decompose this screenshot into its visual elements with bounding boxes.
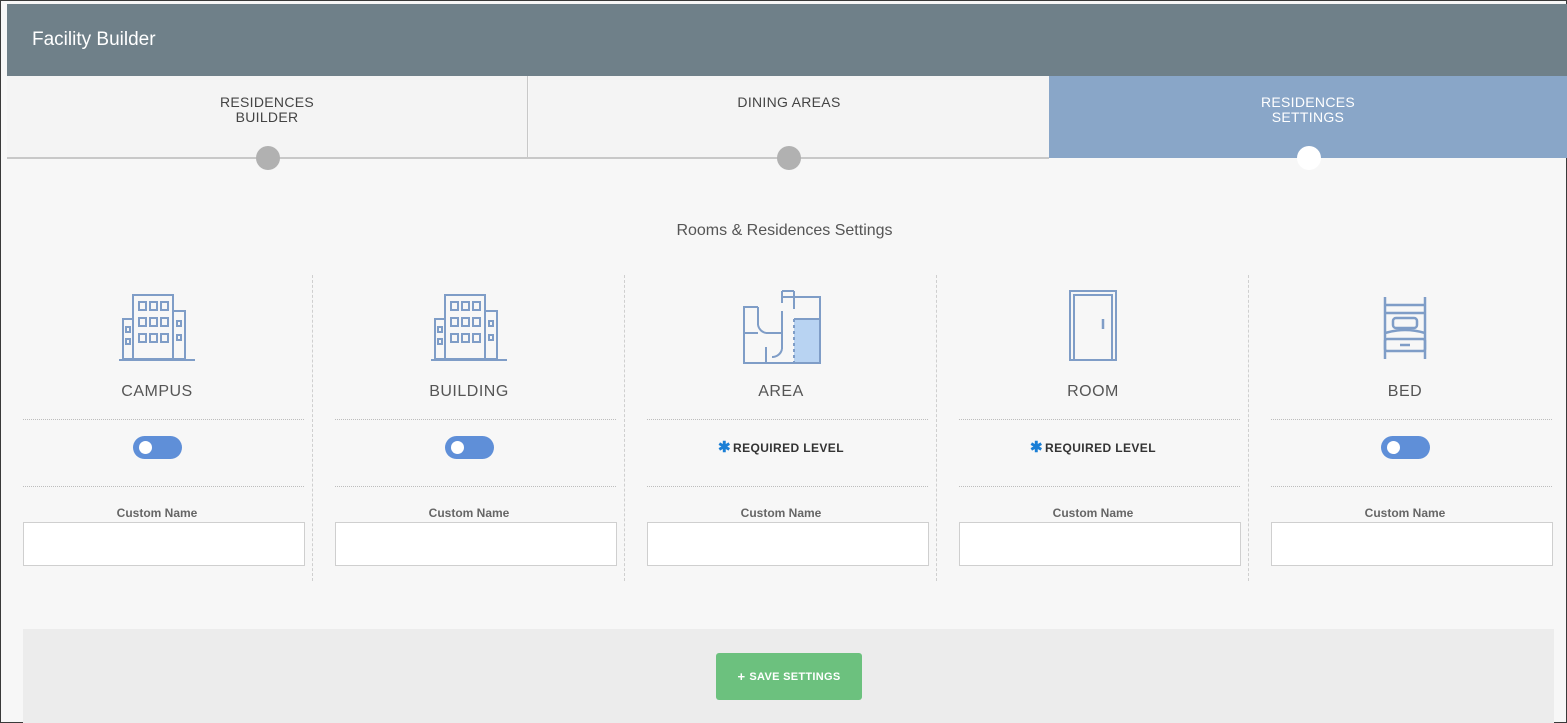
tab-label: DINING AREAS [737,94,841,110]
custom-name-input[interactable] [335,522,617,566]
floor-plan-icon [625,289,937,365]
level-name: CAMPUS [121,383,193,400]
enable-toggle[interactable] [445,436,494,459]
divider [23,419,304,420]
level-building: BUILDING Custom Name [313,275,625,581]
level-name: ROOM [1067,383,1119,400]
custom-name-input[interactable] [23,522,305,566]
door-icon [937,289,1249,365]
enable-toggle[interactable] [1381,436,1430,459]
level-bed: BED Custom Name [1249,275,1561,581]
step-dot-residences-builder[interactable] [256,146,280,170]
toggle-knob [1387,441,1400,454]
app-title: Facility Builder [32,29,156,50]
plus-icon: + [737,669,746,684]
building-icon [1,289,313,365]
level-campus: CAMPUS Custom Name [1,275,313,581]
toggle-knob [451,441,464,454]
custom-name-label: Custom Name [428,506,510,520]
enable-toggle[interactable] [133,436,182,459]
divider [1271,486,1552,487]
step-dot-dining-areas[interactable] [777,146,801,170]
progress-line [7,157,1049,159]
tab-label: RESIDENCES SETTINGS [1260,94,1356,125]
toggle-knob [139,441,152,454]
divider [23,486,304,487]
divider [335,486,616,487]
level-name: AREA [758,383,804,400]
save-settings-label: SAVE SETTINGS [749,670,841,683]
bed-icon [1249,289,1561,365]
required-level-text: REQUIRED LEVEL [1045,441,1156,455]
app-header: Facility Builder [7,4,1567,76]
building-icon [313,289,625,365]
level-name: BUILDING [429,383,509,400]
save-settings-button[interactable]: + SAVE SETTINGS [716,653,862,700]
required-level-text: REQUIRED LEVEL [733,441,844,455]
required-level-indicator: ✱ REQUIRED LEVEL [625,438,937,456]
required-level-indicator: ✱ REQUIRED LEVEL [937,438,1249,456]
section-title: Rooms & Residences Settings [676,222,893,239]
custom-name-label: Custom Name [1052,506,1134,520]
app-frame: Facility Builder RESIDENCES BUILDER DINI… [0,0,1567,723]
custom-name-label: Custom Name [116,506,198,520]
divider [959,419,1240,420]
asterisk-icon: ✱ [1030,439,1043,456]
level-area: AREA ✱ REQUIRED LEVEL Custom Name [625,275,937,581]
divider [647,486,928,487]
custom-name-input[interactable] [647,522,929,566]
custom-name-input[interactable] [959,522,1241,566]
wizard-tabs: RESIDENCES BUILDER DINING AREAS RESIDENC… [7,76,1567,170]
level-name: BED [1387,383,1423,400]
divider [959,486,1240,487]
divider [335,419,616,420]
level-room: ROOM ✱ REQUIRED LEVEL Custom Name [937,275,1249,581]
tab-label: RESIDENCES BUILDER [219,94,315,125]
footer-bar: + SAVE SETTINGS [23,629,1554,723]
custom-name-label: Custom Name [740,506,822,520]
asterisk-icon: ✱ [718,439,731,456]
divider [1271,419,1552,420]
custom-name-input[interactable] [1271,522,1553,566]
divider [647,419,928,420]
step-dot-residences-settings[interactable] [1297,146,1321,170]
custom-name-label: Custom Name [1364,506,1446,520]
